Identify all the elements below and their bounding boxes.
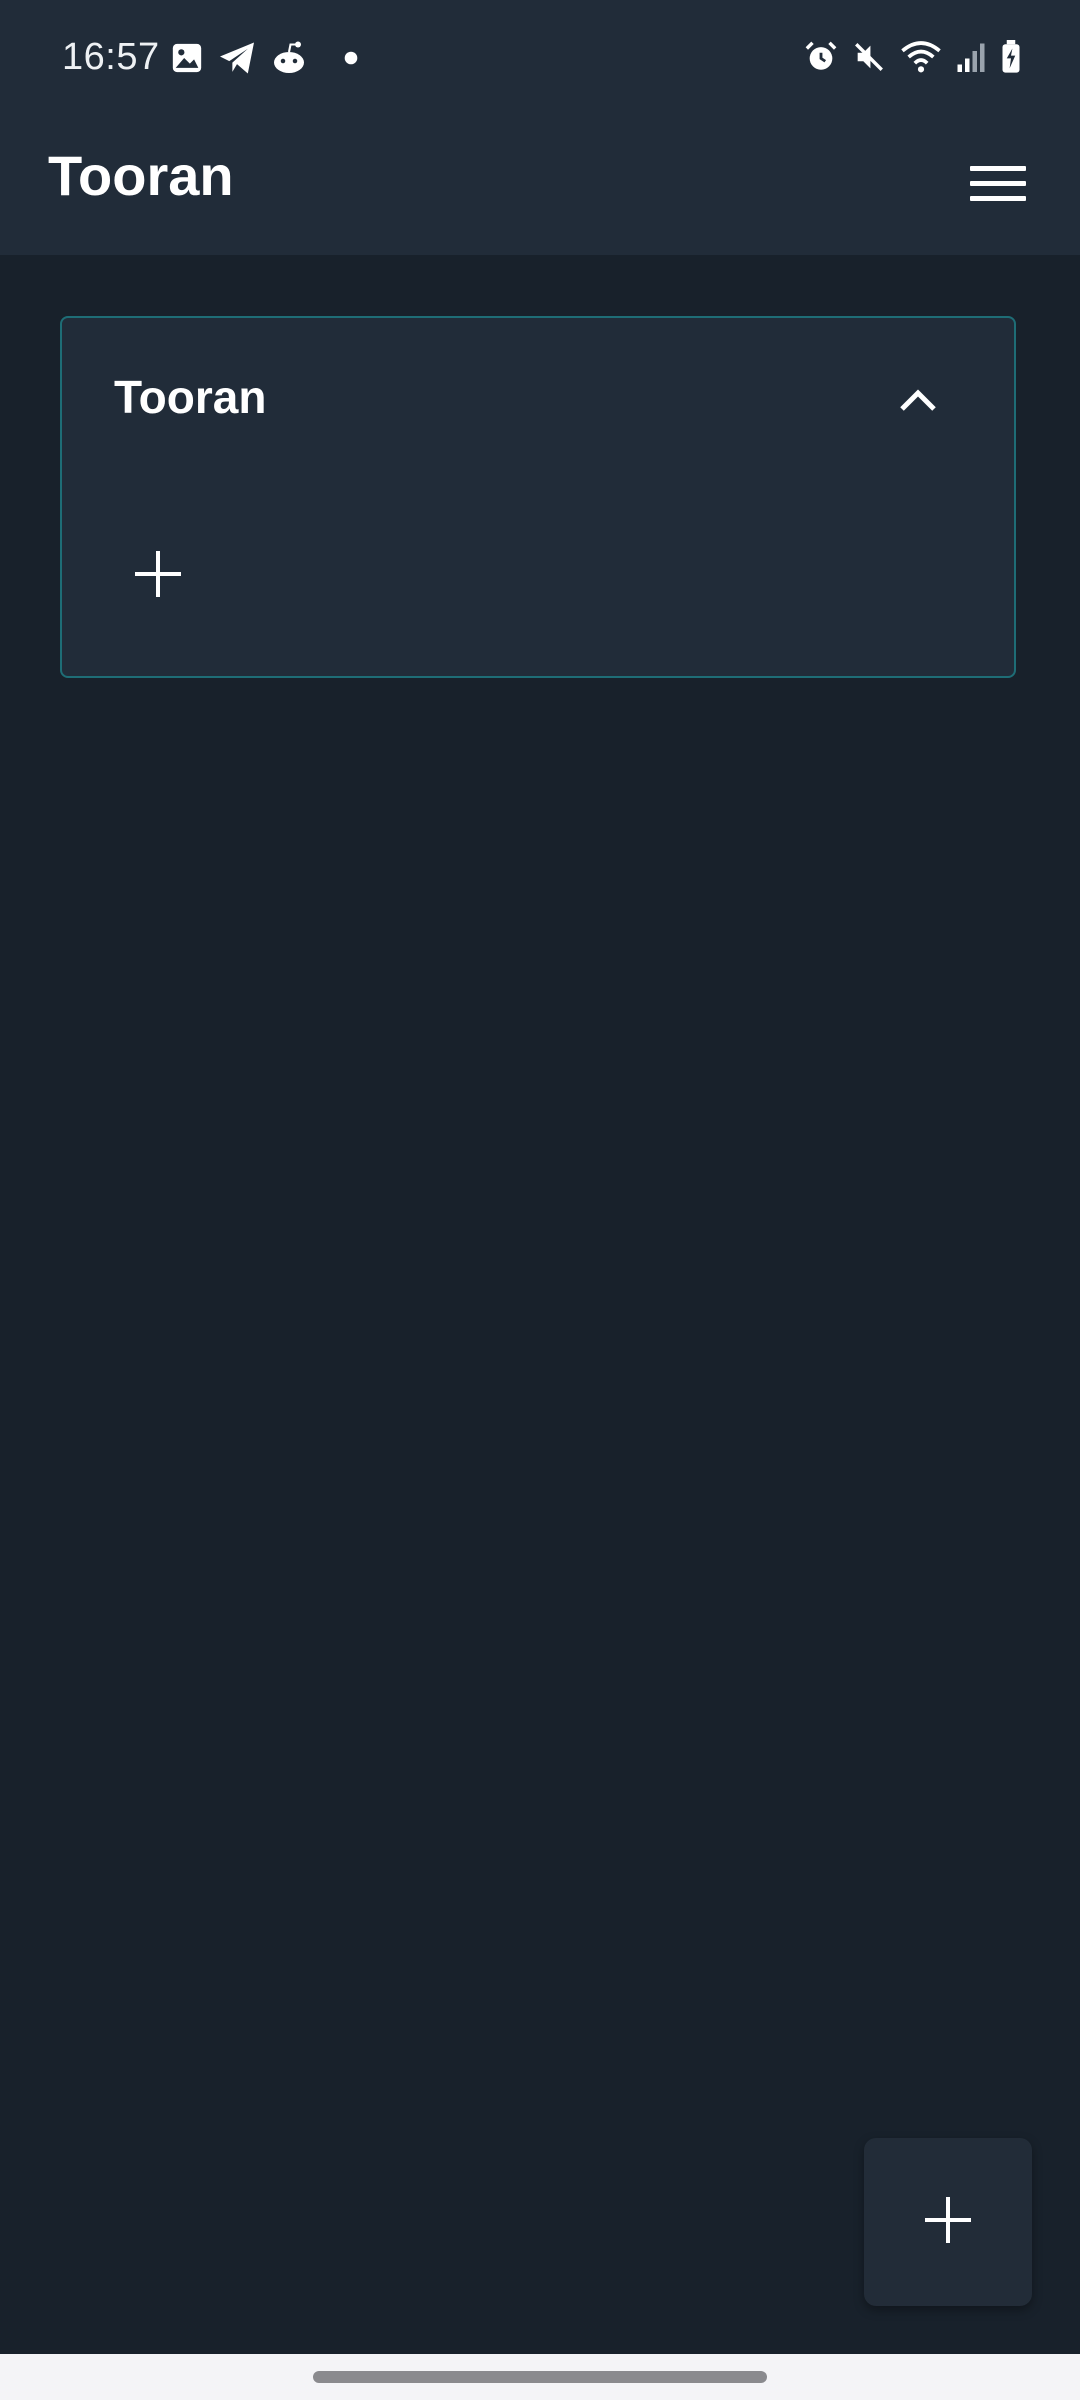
status-bar: 16:57 (0, 0, 1080, 120)
status-system-icons (804, 40, 1022, 74)
alarm-icon (804, 40, 838, 74)
signal-icon (956, 40, 986, 74)
menu-button[interactable] (952, 140, 1044, 232)
reddit-icon (270, 40, 308, 76)
battery-charging-icon (1000, 40, 1022, 74)
add-board-fab[interactable] (864, 2138, 1032, 2306)
add-list-button[interactable] (122, 540, 194, 612)
navigation-bar (0, 2354, 1080, 2400)
mute-icon (852, 40, 886, 74)
status-notification-icons (170, 40, 358, 76)
plus-icon (135, 550, 181, 602)
wifi-icon (900, 40, 942, 74)
board-title: Tooran (114, 371, 267, 423)
hamburger-menu-icon (970, 164, 1026, 209)
collapse-button[interactable] (882, 366, 954, 438)
gallery-icon (170, 41, 204, 75)
app-title: Tooran (48, 144, 234, 207)
board-card: Tooran (60, 316, 1016, 678)
app-bar: Tooran (0, 120, 1080, 255)
telegram-icon (218, 41, 256, 75)
home-indicator[interactable] (313, 2371, 767, 2383)
plus-icon (925, 2196, 971, 2248)
status-time: 16:57 (62, 36, 160, 78)
dot-icon (344, 51, 358, 65)
chevron-up-icon (898, 387, 938, 418)
